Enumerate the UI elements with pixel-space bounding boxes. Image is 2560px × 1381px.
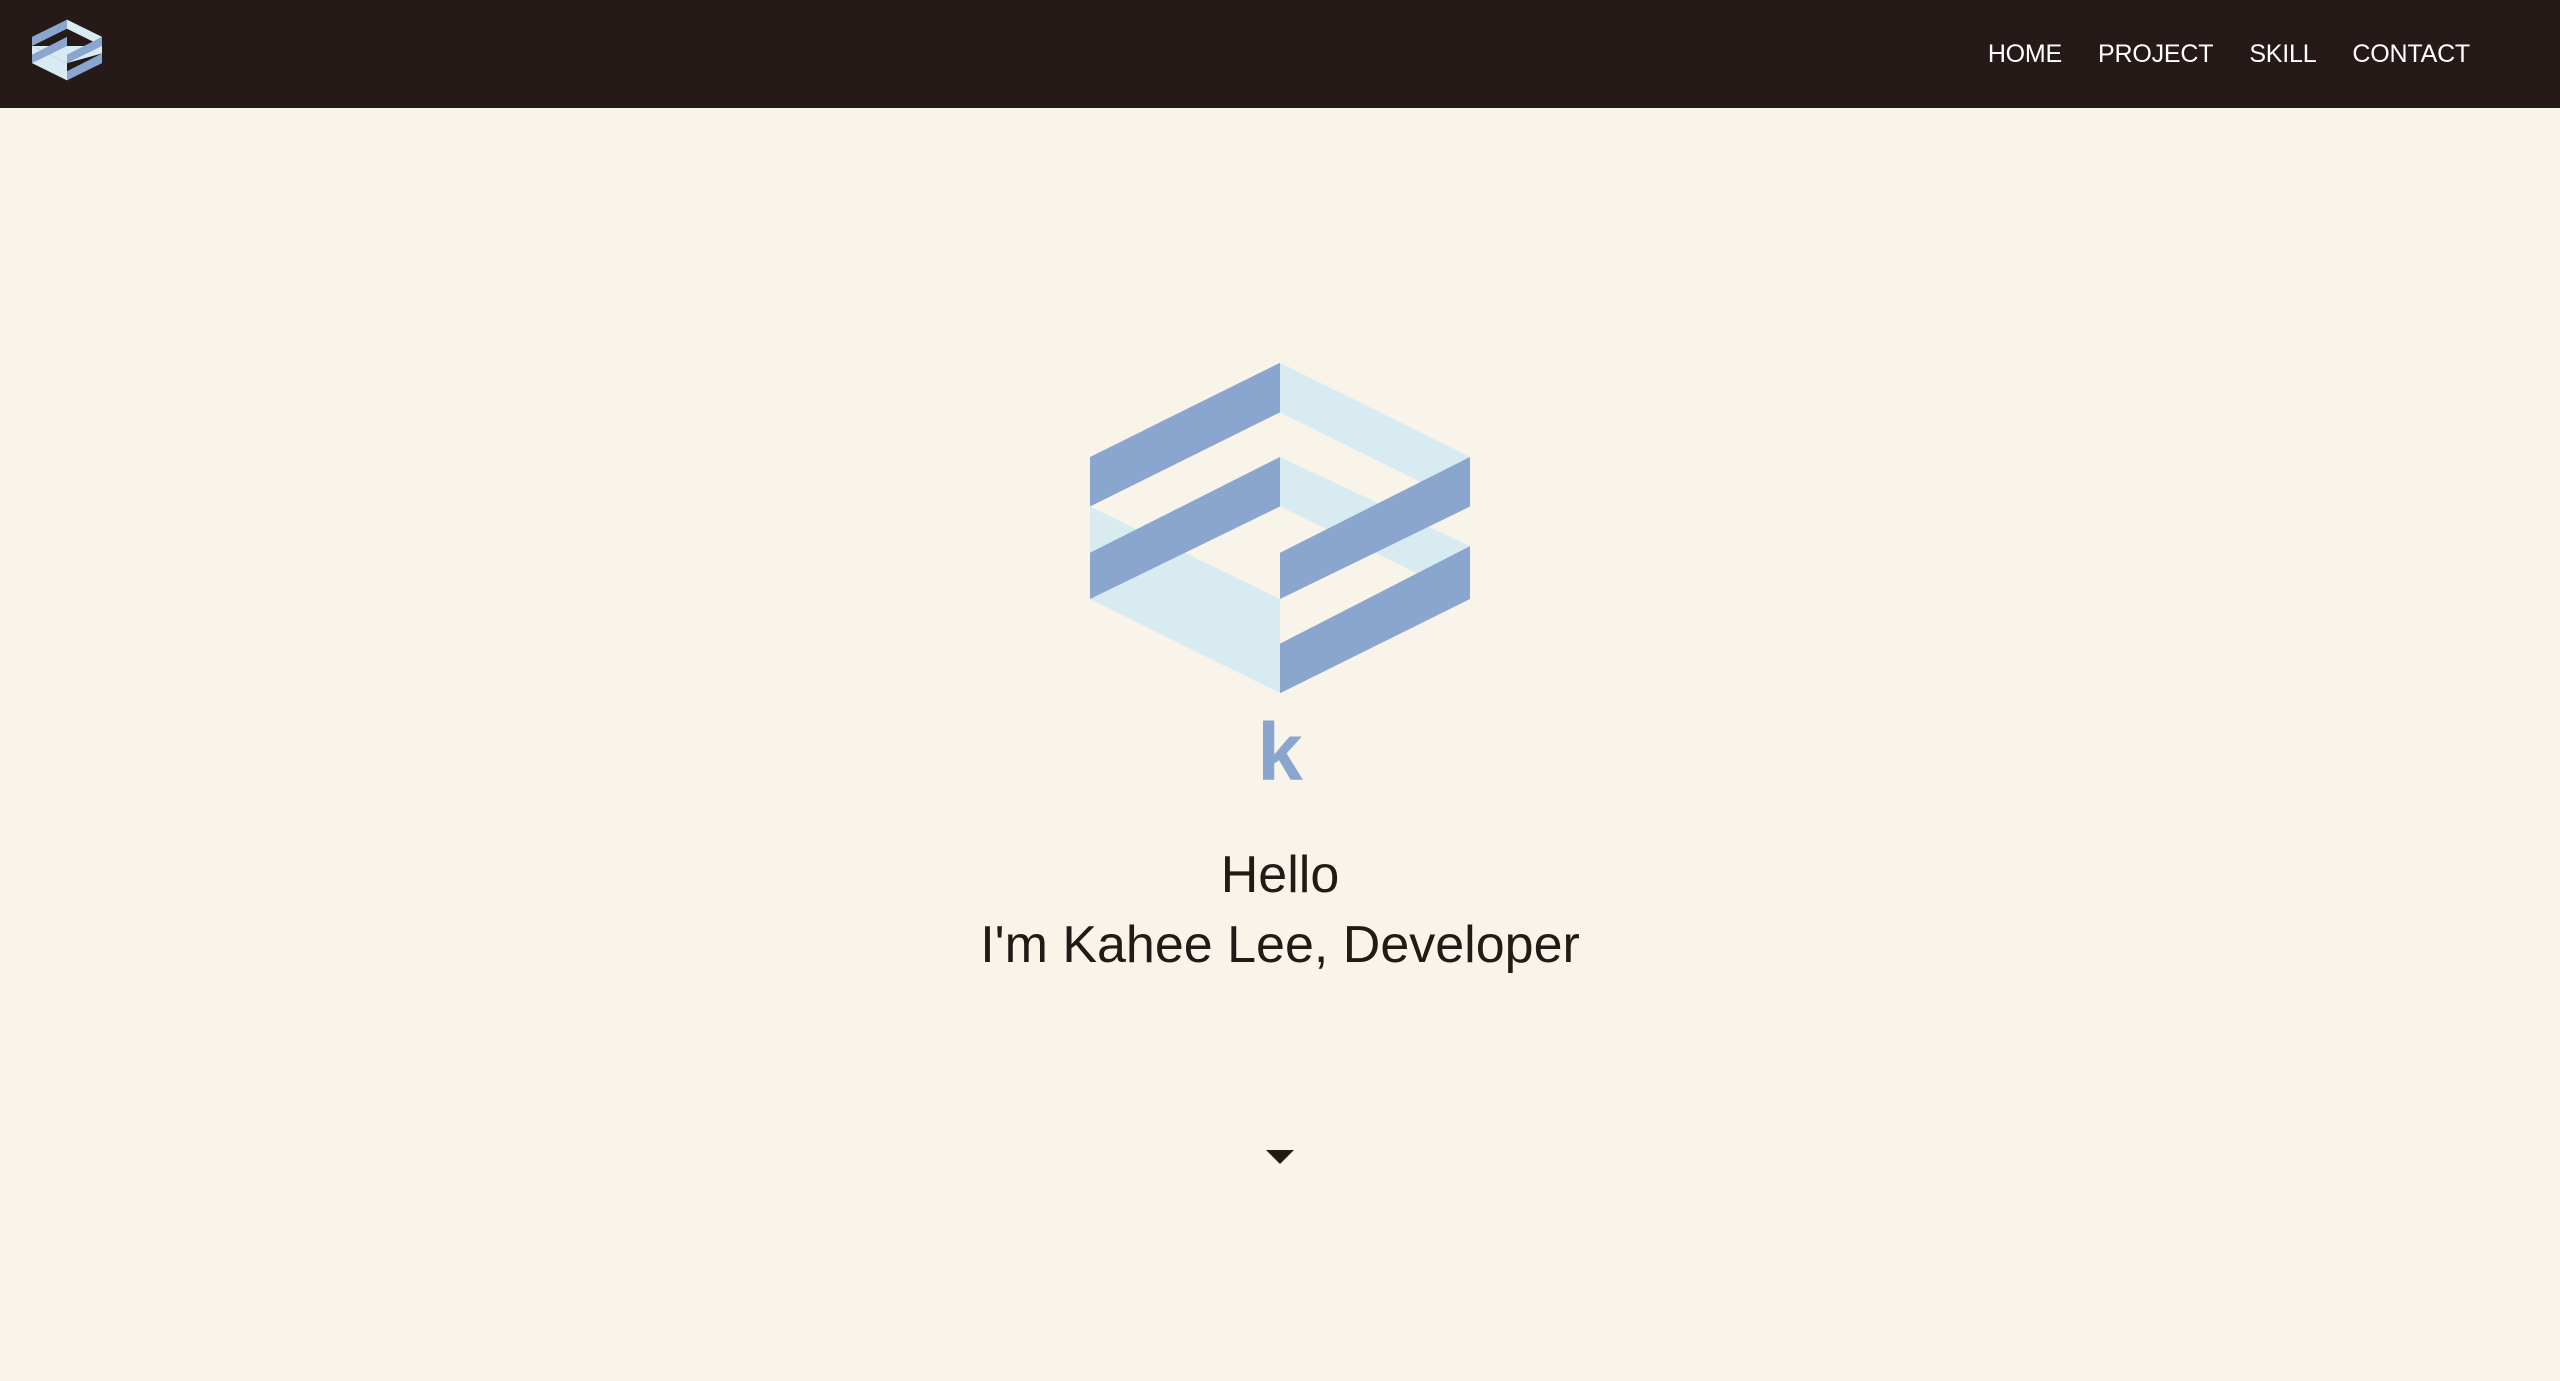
hero-logo-icon [1090, 362, 1470, 694]
nav-links: HOME PROJECT SKILL CONTACT [1988, 0, 2470, 108]
hero-section: k Hello I'm Kahee Lee, Developer [0, 108, 2560, 1381]
navbar: HOME PROJECT SKILL CONTACT [0, 0, 2560, 108]
caret-down-icon[interactable] [1266, 1150, 1294, 1166]
nav-link-contact[interactable]: CONTACT [2352, 40, 2470, 69]
logo-icon[interactable] [32, 18, 102, 82]
hero-initial: k [1257, 707, 1303, 798]
hero-intro: I'm Kahee Lee, Developer [980, 916, 1580, 974]
hero-greeting: Hello [1220, 846, 1340, 904]
nav-link-home[interactable]: HOME [1988, 40, 2062, 69]
nav-link-project[interactable]: PROJECT [2098, 40, 2213, 69]
nav-link-skill[interactable]: SKILL [2249, 40, 2316, 69]
